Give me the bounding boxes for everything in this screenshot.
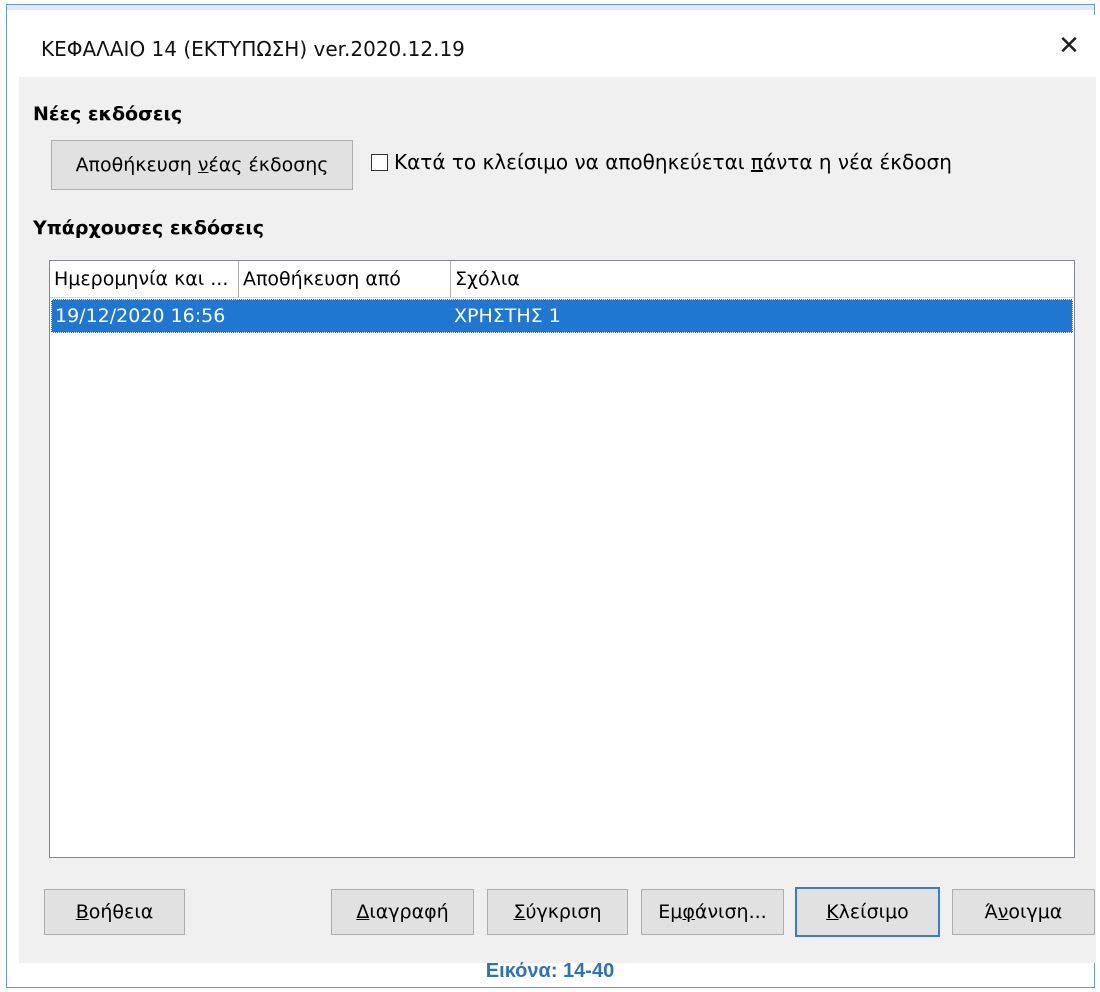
title-bar: ΚΕΦΑΛΑΙΟ 14 (ΕΚΤΥΠΩΣΗ) ver.2020.12.19 ✕ xyxy=(19,15,1096,77)
delete-label: Διαγραφή xyxy=(356,901,449,923)
help-label: Βοήθεια xyxy=(75,901,154,923)
column-header-comments[interactable]: Σχόλια xyxy=(451,261,1074,297)
row-comment: ΧΡΗΣΤΗΣ 1 xyxy=(454,305,561,327)
close-label: Κλείσιμο xyxy=(826,901,909,923)
delete-button[interactable]: Διαγραφή xyxy=(331,889,474,935)
versions-dialog: ΚΕΦΑΛΑΙΟ 14 (ΕΚΤΥΠΩΣΗ) ver.2020.12.19 ✕ … xyxy=(19,15,1096,963)
open-label: Άνοιγμα xyxy=(984,901,1063,923)
save-new-version-button[interactable]: Αποθήκευση νέας έκδοσης xyxy=(51,140,353,190)
column-header-date[interactable]: Ημερομηνία και ... xyxy=(50,261,239,297)
new-versions-heading: Νέες εκδόσεις xyxy=(33,103,183,125)
show-label: Εμφάνιση... xyxy=(658,901,767,923)
row-date: 19/12/2020 16:56 xyxy=(55,305,226,327)
always-save-checkbox-row[interactable]: Κατά το κλείσιμο να αποθηκεύεται πάντα η… xyxy=(371,150,952,174)
window-title: ΚΕΦΑΛΑΙΟ 14 (ΕΚΤΥΠΩΣΗ) ver.2020.12.19 xyxy=(41,37,465,61)
list-header: Ημερομηνία και ... Αποθήκευση από Σχόλια xyxy=(50,261,1074,298)
figure-caption: Εικόνα: 14-40 xyxy=(485,960,615,982)
existing-versions-heading: Υπάρχουσες εκδόσεις xyxy=(33,217,265,239)
frame-top-accent xyxy=(7,5,1094,10)
column-header-saved-by[interactable]: Αποθήκευση από xyxy=(239,261,451,297)
table-row[interactable]: 19/12/2020 16:56 ΧΡΗΣΤΗΣ 1 xyxy=(51,299,1073,333)
compare-button[interactable]: Σύγκριση xyxy=(487,889,628,935)
always-save-checkbox[interactable] xyxy=(371,153,388,171)
close-button[interactable]: Κλείσιμο xyxy=(795,887,940,937)
compare-label: Σύγκριση xyxy=(513,901,602,923)
versions-list[interactable]: Ημερομηνία και ... Αποθήκευση από Σχόλια… xyxy=(49,260,1075,858)
close-icon[interactable]: ✕ xyxy=(1046,25,1092,67)
show-button[interactable]: Εμφάνιση... xyxy=(641,889,784,935)
save-new-version-label: Αποθήκευση νέας έκδοσης xyxy=(75,154,329,176)
figure-frame: ΚΕΦΑΛΑΙΟ 14 (ΕΚΤΥΠΩΣΗ) ver.2020.12.19 ✕ … xyxy=(6,4,1096,988)
help-button[interactable]: Βοήθεια xyxy=(44,889,185,935)
open-button[interactable]: Άνοιγμα xyxy=(952,889,1095,935)
always-save-label: Κατά το κλείσιμο να αποθηκεύεται πάντα η… xyxy=(394,150,952,174)
